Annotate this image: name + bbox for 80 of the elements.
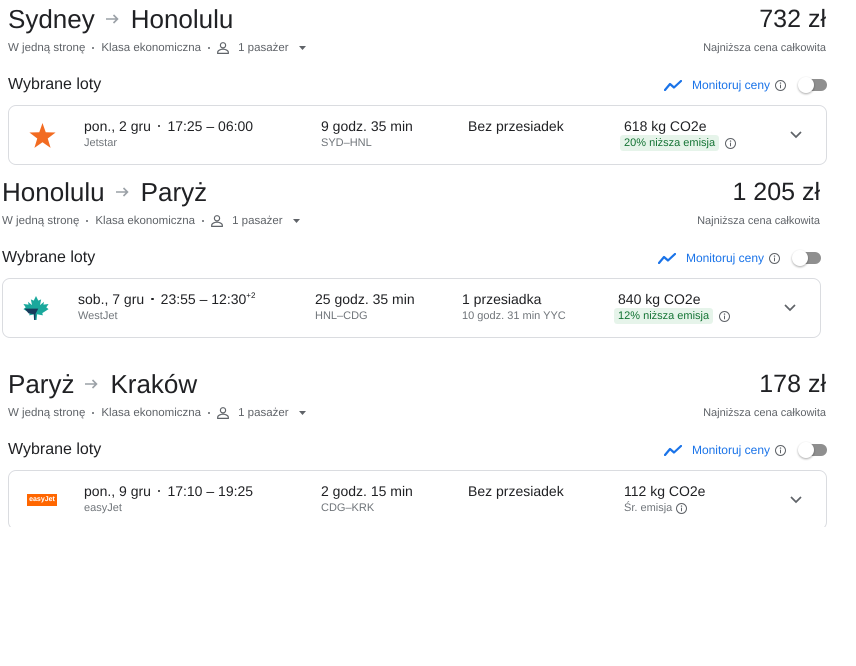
flight-card[interactable]: sob., 7 gru 23:55 – 12:30$^{+2}$ WestJet 25 godz. 35 min HNL–CDG 1 przesiadka 10 godz. 31 min YYC 840 kg CO2e 12% niższa emisja bbox=[2, 278, 821, 338]
flight-card[interactable]: pon., 2 gru 17:25 – 06:00 Jetstar 9 godz. 35 min SYD–HNL Bez przesiadek 618 kg CO2e 20% niższa emisja bbox=[8, 105, 827, 165]
stops-label: 1 przesiadka bbox=[462, 290, 542, 308]
destination-city: Kraków bbox=[110, 369, 198, 399]
destination-city: Honolulu bbox=[130, 4, 234, 34]
origin-city: Honolulu bbox=[2, 177, 105, 207]
origin-city: Paryż bbox=[8, 369, 74, 399]
trend-icon bbox=[664, 80, 682, 90]
trip-type-label: W jedną stronę bbox=[2, 215, 80, 227]
info-icon[interactable] bbox=[775, 444, 786, 456]
flight-duration: 25 godz. 35 min bbox=[315, 290, 415, 308]
flight-date: pon., 2 gru bbox=[84, 117, 151, 135]
cabin-class-label: Klasa ekonomiczna bbox=[101, 407, 202, 419]
flight-times: 23:55 – 12:30$^{+2}$ bbox=[160, 290, 256, 308]
info-icon[interactable] bbox=[676, 502, 688, 514]
origin-city: Sydney bbox=[8, 4, 95, 34]
arrow-icon bbox=[85, 379, 98, 389]
trip-price: 178 zł bbox=[759, 369, 826, 399]
caret-icon bbox=[292, 219, 300, 223]
info-icon[interactable] bbox=[769, 252, 780, 264]
destination-city: Paryż bbox=[140, 177, 208, 207]
trip-type-label: W jedną stronę bbox=[8, 42, 86, 54]
stops-label: Bez przesiadek bbox=[468, 117, 564, 135]
star-icon bbox=[28, 122, 56, 148]
flight-duration: 2 godz. 15 min bbox=[321, 482, 413, 500]
price-note: Najniższa cena całkowita bbox=[703, 42, 826, 54]
flight-date: pon., 9 gru bbox=[84, 482, 151, 500]
emission-label: Śr. emisja bbox=[624, 500, 672, 516]
price-tracking-label: Monitoruj ceny bbox=[692, 443, 770, 457]
flight-date: sob., 7 gru bbox=[78, 290, 144, 308]
airline-name: easyJet bbox=[84, 501, 122, 516]
trip-price: 732 zł bbox=[759, 4, 826, 34]
price-tracking-label: Monitoruj ceny bbox=[692, 78, 770, 92]
price-tracking-toggle[interactable] bbox=[798, 442, 827, 458]
emission-badge: 20% niższa emisja bbox=[620, 135, 720, 151]
emissions-amount: 840 kg CO2e bbox=[618, 290, 700, 308]
flight-times: 17:25 – 06:00 bbox=[167, 117, 254, 135]
trend-icon bbox=[658, 252, 676, 264]
person-icon bbox=[217, 42, 230, 54]
route-codes: CDG–KRK bbox=[321, 501, 374, 516]
price-tracking-label: Monitoruj ceny bbox=[686, 251, 764, 265]
person-icon bbox=[217, 407, 230, 419]
route-codes: SYD–HNL bbox=[321, 136, 372, 151]
airline-name: WestJet bbox=[78, 309, 118, 324]
stops-label: Bez przesiadek bbox=[468, 482, 564, 500]
price-note: Najniższa cena całkowita bbox=[697, 215, 820, 227]
info-icon[interactable] bbox=[775, 80, 786, 90]
cabin-class-label: Klasa ekonomiczna bbox=[95, 215, 196, 227]
flight-duration: 9 godz. 35 min bbox=[321, 117, 413, 135]
passengers-dropdown[interactable]: 1 pasażer bbox=[217, 407, 306, 419]
route-codes: HNL–CDG bbox=[315, 309, 368, 324]
chevron-icon bbox=[790, 496, 802, 504]
emissions-amount: 112 kg CO2e bbox=[624, 482, 706, 500]
cabin-class-label: Klasa ekonomiczna bbox=[101, 42, 202, 54]
info-icon[interactable] bbox=[719, 310, 730, 322]
section-heading: Wybrane loty bbox=[8, 76, 102, 94]
section-heading: Wybrane loty bbox=[2, 249, 96, 267]
passengers-dropdown[interactable]: 1 pasażer bbox=[217, 42, 306, 54]
maple-leaf-icon bbox=[23, 296, 49, 320]
flight-times: 17:10 – 19:25 bbox=[167, 482, 254, 500]
trip-type-label: W jedną stronę bbox=[8, 407, 86, 419]
trip-price: 1 205 zł bbox=[732, 177, 820, 207]
trend-icon bbox=[664, 444, 682, 456]
passengers-dropdown[interactable]: 1 pasażer bbox=[211, 215, 300, 227]
price-tracking-toggle[interactable] bbox=[792, 250, 821, 266]
price-tracking-toggle[interactable] bbox=[798, 77, 827, 93]
emission-badge: 12% niższa emisja bbox=[614, 308, 714, 324]
price-note: Najniższa cena całkowita bbox=[703, 407, 826, 419]
arrow-icon bbox=[106, 14, 119, 24]
caret-icon bbox=[298, 46, 306, 50]
chevron-icon bbox=[784, 304, 796, 312]
caret-icon bbox=[298, 411, 306, 415]
arrow-icon bbox=[116, 187, 129, 197]
airline-name: Jetstar bbox=[84, 136, 118, 151]
info-icon[interactable] bbox=[725, 138, 736, 148]
section-heading: Wybrane loty bbox=[8, 441, 102, 459]
emissions-amount: 618 kg CO2e bbox=[624, 117, 706, 135]
person-icon bbox=[211, 215, 224, 227]
chevron-icon bbox=[790, 131, 802, 139]
layover-info: 10 godz. 31 min YYC bbox=[462, 309, 566, 324]
